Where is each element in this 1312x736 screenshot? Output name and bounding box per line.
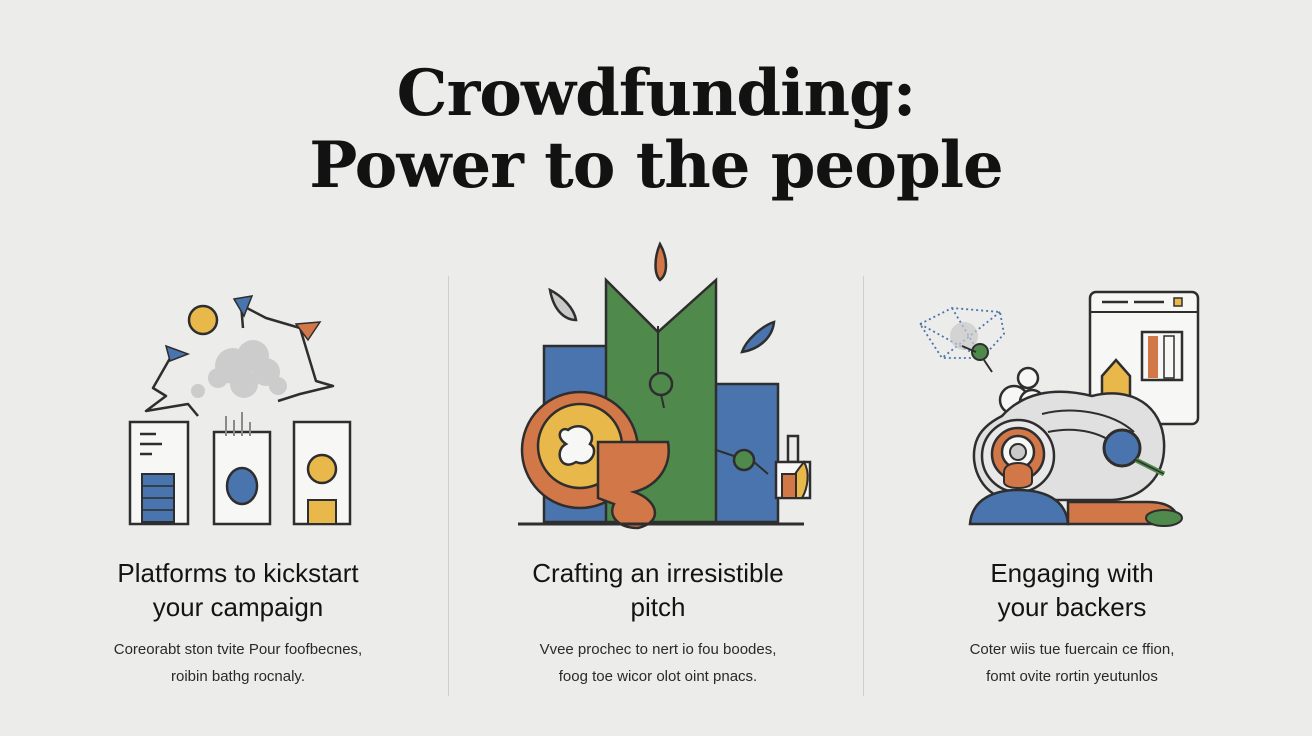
backers-heading-line-2: your backers: [997, 592, 1147, 622]
pitch-heading-line-1: Crafting an irresistible: [532, 558, 784, 588]
column-pitch: Crafting an irresistible pitch Vvee proc…: [458, 236, 858, 696]
backers-heading-line-1: Engaging with: [990, 558, 1154, 588]
backers-illustration-icon: [918, 290, 1200, 527]
pitch-text-line-2: foog toe wicor olot oint pnacs.: [558, 668, 758, 685]
platforms-text-line-2: roibin bathg rocnaly.: [171, 668, 305, 685]
column-platforms: Platforms to kickstart your campaign Cor…: [38, 236, 438, 696]
backers-heading: Engaging with your backers: [872, 556, 1272, 624]
platforms-text-line-1: Coreorabt ston tvite Pour foofbecnes,: [113, 641, 363, 658]
platforms-description: Coreorabt ston tvite Pour foofbecnes, ro…: [38, 636, 438, 690]
platforms-heading: Platforms to kickstart your campaign: [38, 556, 438, 624]
backers-text-line-1: Coter wiis tue fuercain ce ffion,: [969, 641, 1175, 658]
pitch-description: Vvee prochec to nert io fou boodes, foog…: [458, 636, 858, 690]
platforms-illustration-icon: [128, 295, 352, 526]
title-line-1: Crowdfunding:: [396, 56, 917, 131]
backers-text-line-2: fomt ovite rortin yeutunlos: [986, 668, 1158, 685]
column-divider-left: [448, 276, 449, 696]
pitch-heading: Crafting an irresistible pitch: [458, 556, 858, 624]
column-backers: Engaging with your backers Coter wiis tu…: [872, 236, 1272, 696]
page-title: Crowdfunding: Power to the people: [0, 58, 1312, 202]
platforms-heading-line-1: Platforms to kickstart: [117, 558, 359, 588]
pitch-heading-line-2: pitch: [630, 592, 686, 622]
pitch-illustration-icon: [518, 241, 812, 530]
column-divider-right: [863, 276, 864, 696]
backers-description: Coter wiis tue fuercain ce ffion, fomt o…: [872, 636, 1272, 690]
pitch-text-line-1: Vvee prochec to nert io fou boodes,: [539, 641, 777, 658]
title-line-2: Power to the people: [309, 128, 1003, 203]
platforms-heading-line-2: your campaign: [152, 592, 324, 622]
